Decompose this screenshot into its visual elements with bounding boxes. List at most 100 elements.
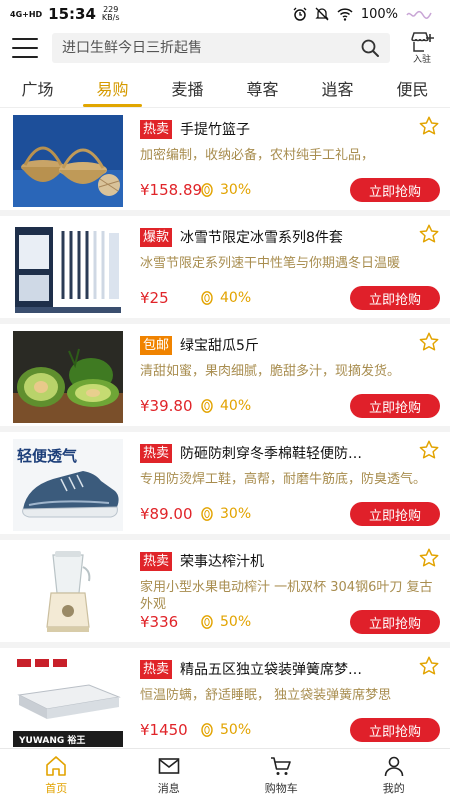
product-price: ¥39.80: [140, 397, 193, 415]
product-image-pen-set[interactable]: [13, 223, 123, 315]
product-discount-percent: 30%: [220, 506, 252, 522]
buy-now-button[interactable]: 立即抢购: [350, 610, 440, 634]
product-badge: 热卖: [140, 551, 173, 571]
join-button[interactable]: 入驻: [404, 31, 440, 65]
product-title[interactable]: 荣事达榨汁机: [180, 551, 440, 571]
product-badge: 热卖: [140, 119, 173, 139]
product-list: 热卖 手提竹篮子 加密编制，收纳必备，农村纯手工礼品， ¥158.89 30% …: [0, 108, 450, 754]
nav-cart[interactable]: 购物车: [225, 749, 338, 800]
network-speed: 229 KB/s: [102, 6, 120, 22]
mail-icon: [158, 757, 180, 774]
search-input[interactable]: [62, 40, 360, 56]
favorite-star-icon[interactable]: [418, 115, 440, 137]
product-title-row: 爆款 冰雪节限定冰雪系列8件套: [140, 226, 440, 248]
status-left: 4G+HD 15:34 229 KB/s: [10, 5, 120, 23]
buy-now-button[interactable]: 立即抢购: [350, 502, 440, 526]
product-info: 热卖 手提竹篮子 加密编制，收纳必备，农村纯手工礼品， ¥158.89 30% …: [140, 115, 440, 210]
product-price-row: ¥158.89 30% 立即抢购: [140, 178, 440, 202]
coin-icon: [201, 723, 213, 737]
product-price-row: ¥336 50% 立即抢购: [140, 610, 440, 634]
search-icon[interactable]: [360, 38, 380, 58]
join-label: 入驻: [412, 55, 431, 65]
product-price-row: ¥39.80 40% 立即抢购: [140, 394, 440, 418]
tab-yigou[interactable]: 易购: [75, 68, 150, 107]
product-badge: 热卖: [140, 659, 173, 679]
product-item[interactable]: 轻便透气 热卖 防砸防刺穿冬季棉鞋轻便防… 专用防烫焊工鞋，高帮，耐磨牛筋底，防…: [0, 432, 450, 540]
favorite-star-icon[interactable]: [418, 547, 440, 569]
product-title-row: 包邮 绿宝甜瓜5斤: [140, 334, 440, 356]
buy-now-button[interactable]: 立即抢购: [350, 178, 440, 202]
nav-profile[interactable]: 我的: [338, 749, 450, 800]
product-image-shoe[interactable]: 轻便透气: [13, 439, 123, 531]
product-title-row: 热卖 精品五区独立袋装弹簧席梦…: [140, 658, 440, 680]
product-price-row: ¥25 40% 立即抢购: [140, 286, 440, 310]
product-info: 爆款 冰雪节限定冰雪系列8件套 冰雪节限定系列速干中性笔与你期遇冬日温暖 ¥25…: [140, 223, 440, 318]
buy-now-button[interactable]: 立即抢购: [350, 394, 440, 418]
nav-home[interactable]: 首页: [0, 749, 113, 800]
buy-now-button[interactable]: 立即抢购: [350, 286, 440, 310]
product-badge: 热卖: [140, 443, 173, 463]
menu-icon[interactable]: [12, 38, 38, 58]
battery-level: 100%: [360, 6, 398, 22]
product-title[interactable]: 绿宝甜瓜5斤: [180, 335, 440, 355]
product-item[interactable]: 爆款 冰雪节限定冰雪系列8件套 冰雪节限定系列速干中性笔与你期遇冬日温暖 ¥25…: [0, 216, 450, 324]
cart-icon: [271, 756, 292, 775]
coin-icon: [201, 291, 213, 305]
buy-now-button[interactable]: 立即抢购: [350, 718, 440, 742]
product-price: ¥336: [140, 613, 179, 631]
tab-zunke[interactable]: 尊客: [225, 68, 300, 107]
product-title-row: 热卖 防砸防刺穿冬季棉鞋轻便防…: [140, 442, 440, 464]
mute-icon: [315, 7, 329, 21]
signal-indicator: 4G+HD: [10, 9, 43, 19]
bottom-nav: 首页 消息 购物车 我的: [0, 748, 450, 800]
favorite-star-icon[interactable]: [418, 331, 440, 353]
product-title[interactable]: 精品五区独立袋装弹簧席梦…: [180, 659, 440, 679]
tab-maibo[interactable]: 麦播: [150, 68, 225, 107]
status-bar: 4G+HD 15:34 229 KB/s 100%: [0, 0, 450, 28]
favorite-star-icon[interactable]: [418, 439, 440, 461]
product-item[interactable]: YUWANG 裕王 热卖 精品五区独立袋装弹簧席梦… 恒温防螨，舒适睡眠， 独立…: [0, 648, 450, 754]
header: 入驻: [0, 28, 450, 68]
product-item[interactable]: 热卖 手提竹篮子 加密编制，收纳必备，农村纯手工礼品， ¥158.89 30% …: [0, 108, 450, 216]
product-image-bamboo-basket[interactable]: [13, 115, 123, 207]
status-right: 100%: [293, 7, 436, 22]
product-title-row: 热卖 荣事达榨汁机: [140, 550, 440, 572]
nav-messages[interactable]: 消息: [113, 749, 226, 800]
product-badge: 爆款: [140, 227, 173, 247]
shoe-image-caption: 轻便透气: [17, 447, 77, 465]
wifi-icon: [337, 7, 353, 21]
product-description: 恒温防螨，舒适睡眠， 独立袋装弹簧席梦思: [140, 688, 392, 703]
product-info: 热卖 荣事达榨汁机 家用小型水果电动榨汁 一机双杯 304钢6叶刀 复古外观 ¥…: [140, 547, 440, 642]
product-item[interactable]: 包邮 绿宝甜瓜5斤 清甜如蜜，果肉细腻，脆甜多汁，现摘发货。 ¥39.80 40…: [0, 324, 450, 432]
product-title[interactable]: 冰雪节限定冰雪系列8件套: [180, 227, 440, 247]
product-image-melon[interactable]: [13, 331, 123, 423]
favorite-star-icon[interactable]: [418, 655, 440, 677]
user-icon: [384, 756, 404, 776]
product-image-mattress[interactable]: YUWANG 裕王: [13, 655, 123, 747]
product-item[interactable]: 热卖 荣事达榨汁机 家用小型水果电动榨汁 一机双杯 304钢6叶刀 复古外观 ¥…: [0, 540, 450, 648]
product-title[interactable]: 手提竹篮子: [180, 119, 440, 139]
product-description: 清甜如蜜，果肉细腻，脆甜多汁，现摘发货。: [140, 364, 401, 379]
favorite-star-icon[interactable]: [418, 223, 440, 245]
store-plus-icon: [411, 32, 434, 52]
product-price: ¥158.89: [140, 181, 203, 199]
tab-guangchang[interactable]: 广场: [0, 68, 75, 107]
nav-profile-label: 我的: [382, 781, 405, 795]
product-info: 热卖 防砸防刺穿冬季棉鞋轻便防… 专用防烫焊工鞋，高帮，耐磨牛筋底，防臭透气。 …: [140, 439, 440, 534]
product-title-row: 热卖 手提竹篮子: [140, 118, 440, 140]
nav-messages-label: 消息: [157, 781, 180, 795]
home-icon: [46, 755, 67, 776]
product-discount-percent: 40%: [220, 290, 252, 306]
product-image-juicer[interactable]: [13, 547, 123, 639]
mattress-brand-text: YUWANG 裕王: [18, 734, 85, 746]
tab-xiaoke[interactable]: 逍客: [300, 68, 375, 107]
product-price: ¥25: [140, 289, 169, 307]
search-box[interactable]: [52, 33, 390, 63]
alarm-icon: [293, 7, 307, 21]
product-discount-percent: 50%: [220, 614, 252, 630]
product-title[interactable]: 防砸防刺穿冬季棉鞋轻便防…: [180, 443, 440, 463]
product-discount-percent: 50%: [220, 722, 252, 738]
category-tabs: 广场 易购 麦播 尊客 逍客 便民: [0, 68, 450, 108]
tab-bianmin[interactable]: 便民: [375, 68, 450, 107]
product-discount-percent: 40%: [220, 398, 252, 414]
